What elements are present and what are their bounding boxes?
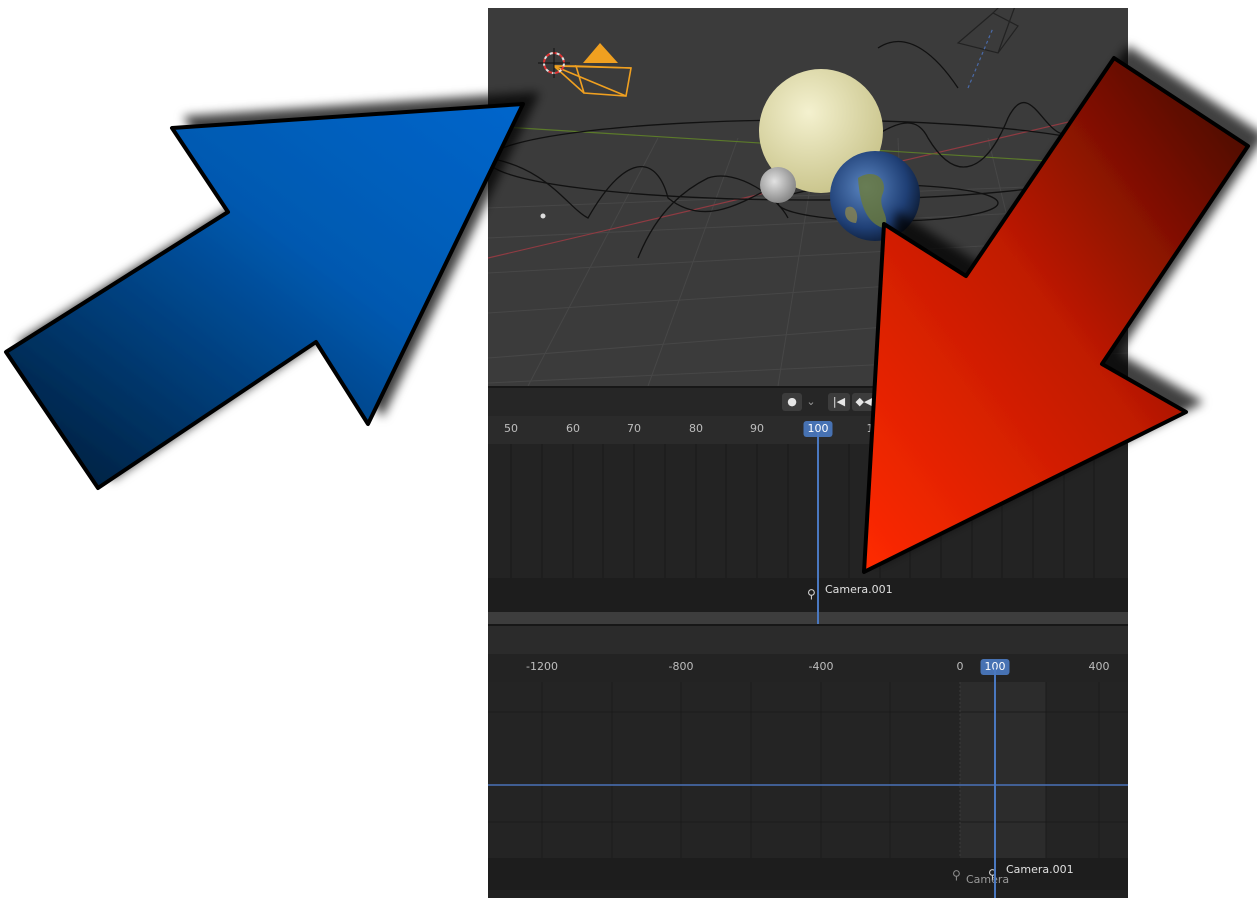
blue-arrow bbox=[4, 102, 525, 490]
red-arrow bbox=[862, 56, 1250, 574]
annotation-overlay bbox=[4, 56, 1250, 574]
